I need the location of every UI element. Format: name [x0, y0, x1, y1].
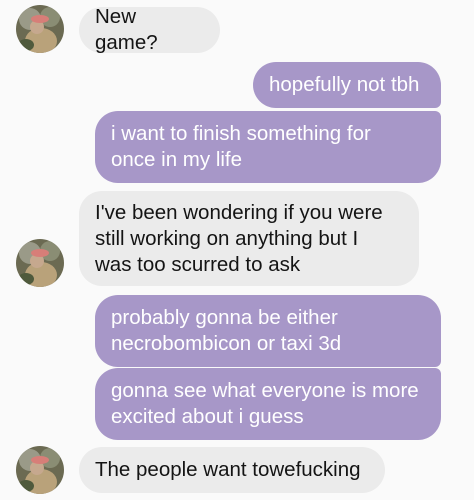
contact-avatar[interactable]: [16, 239, 64, 287]
outgoing-message[interactable]: gonna see what everyone is more excited …: [95, 368, 441, 440]
message-text: I've been wondering if you were still wo…: [95, 200, 383, 276]
outgoing-message[interactable]: hopefully not tbh: [253, 62, 441, 108]
message-text: i want to finish something for once in m…: [111, 122, 371, 171]
message-text: probably gonna be either necrobombicon o…: [111, 306, 342, 355]
incoming-message[interactable]: The people want towefucking: [79, 447, 385, 493]
incoming-message[interactable]: New game?: [79, 5, 220, 54]
contact-avatar[interactable]: [16, 5, 64, 53]
message-text: The people want towefucking: [95, 458, 361, 481]
message-text: hopefully not tbh: [269, 73, 420, 96]
incoming-message[interactable]: I've been wondering if you were still wo…: [79, 191, 419, 286]
avatar-photo-icon: [16, 5, 64, 53]
outgoing-message[interactable]: i want to finish something for once in m…: [95, 111, 441, 183]
avatar-photo-icon: [16, 239, 64, 287]
message-text: gonna see what everyone is more excited …: [111, 379, 419, 428]
avatar-photo-icon: [16, 446, 64, 494]
contact-avatar[interactable]: [16, 446, 64, 494]
outgoing-message[interactable]: probably gonna be either necrobombicon o…: [95, 295, 441, 367]
message-text: New game?: [95, 5, 158, 54]
